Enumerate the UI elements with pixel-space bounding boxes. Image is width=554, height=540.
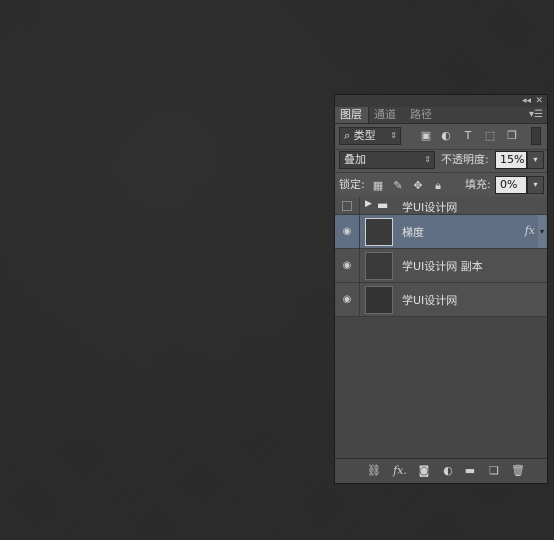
panel-menu-icon[interactable]: ▾☰ (529, 107, 543, 123)
fx-icon[interactable]: fx. (391, 464, 409, 478)
lock-row: 锁定: ▦ ✎ ✥ 🔒︎ 填充: 0% ▾ (335, 173, 547, 197)
collapse-icon[interactable]: ◂◂ (522, 95, 531, 107)
panel-tabs: 图层 通道 路径 ▾☰ (335, 107, 547, 124)
layer-name[interactable]: 学UI设计网 副本 (402, 258, 483, 274)
fill-value: 0% (500, 178, 518, 191)
layer-effects-fx-icon[interactable]: fx (525, 224, 535, 237)
opacity-value: 15% (500, 153, 525, 166)
adjustment-filter-icon[interactable]: ◐ (439, 129, 453, 143)
layers-panel: ◂◂ ✕ 图层 通道 路径 ▾☰ ⌕ 类型 ⇕ ▣ ◐ T ⬚ ❐ 叠加 ⇕ 不… (334, 94, 548, 484)
layer-name[interactable]: 学UI设计网 (402, 199, 457, 215)
eye-icon[interactable]: ◉ (335, 283, 360, 316)
adjustment-icon[interactable]: ◐ (441, 464, 455, 478)
layers-bottom-toolbar: ⛓ fx. ◙ ◐ ▬ ❏ 🗑︎ (335, 458, 547, 483)
type-filter-icon[interactable]: T (461, 129, 475, 143)
smart-object-filter-icon[interactable]: ❐ (505, 129, 519, 143)
shape-filter-icon[interactable]: ⬚ (483, 129, 497, 143)
close-icon[interactable]: ✕ (535, 95, 543, 107)
lock-position-icon[interactable]: ✥ (411, 179, 425, 193)
updown-icon: ⇕ (390, 131, 397, 140)
search-icon: ⌕ (344, 129, 351, 142)
layer-name[interactable]: 梯度 (402, 224, 424, 240)
pixel-filter-icon[interactable]: ▣ (419, 129, 433, 143)
new-layer-icon[interactable]: ❏ (487, 464, 501, 478)
layer-thumbnail (365, 218, 393, 246)
visibility-off-icon (342, 201, 352, 211)
layer-row[interactable]: ◉ 学UI设计网 (335, 283, 547, 317)
layer-group-row[interactable]: ▶ ▬ 学UI设计网 (335, 197, 547, 215)
layer-name[interactable]: 学UI设计网 (402, 292, 457, 308)
layer-thumbnail (365, 252, 393, 280)
filter-label: 类型 (353, 129, 376, 142)
lock-label: 锁定: (339, 178, 365, 191)
tab-layers[interactable]: 图层 (335, 107, 369, 123)
visibility-toggle[interactable] (335, 197, 360, 214)
eye-icon[interactable]: ◉ (335, 249, 360, 282)
tab-paths[interactable]: 路径 (405, 107, 441, 123)
mask-icon[interactable]: ◙ (417, 464, 431, 478)
trash-icon[interactable]: 🗑︎ (511, 464, 525, 478)
layers-list: ▶ ▬ 学UI设计网 ◉ 梯度 fx ▾ ◉ 学UI设计网 副本 ◉ 学UI设计… (335, 197, 547, 459)
lock-transparent-icon[interactable]: ▦ (371, 179, 385, 193)
updown-icon: ⇕ (424, 155, 431, 164)
lock-image-icon[interactable]: ✎ (391, 179, 405, 193)
filter-type-select[interactable]: ⌕ 类型 ⇕ (339, 127, 401, 145)
fill-dropdown-button[interactable]: ▾ (527, 176, 544, 194)
link-icon[interactable]: ⛓ (367, 464, 381, 478)
blend-mode-value: 叠加 (344, 153, 366, 166)
effects-expand-icon[interactable]: ▾ (538, 215, 546, 248)
filter-toggle-switch[interactable] (531, 127, 541, 145)
lock-all-icon[interactable]: 🔒︎ (431, 179, 445, 193)
blend-mode-select[interactable]: 叠加 ⇕ (339, 151, 435, 169)
expand-triangle-icon[interactable]: ▶ (365, 199, 372, 209)
eye-icon[interactable]: ◉ (335, 215, 360, 248)
folder-icon: ▬ (377, 198, 389, 212)
blend-row: 叠加 ⇕ 不透明度: 15% ▾ (335, 150, 547, 172)
fill-label: 填充: (465, 178, 491, 191)
tab-channels[interactable]: 通道 (369, 107, 405, 123)
opacity-dropdown-button[interactable]: ▾ (527, 151, 544, 169)
layer-row[interactable]: ◉ 学UI设计网 副本 (335, 249, 547, 283)
opacity-input[interactable]: 15% (495, 151, 527, 169)
filter-row: ⌕ 类型 ⇕ ▣ ◐ T ⬚ ❐ (335, 123, 547, 149)
opacity-label: 不透明度: (441, 153, 489, 166)
fill-input[interactable]: 0% (495, 176, 527, 194)
layer-row[interactable]: ◉ 梯度 fx ▾ (335, 215, 547, 249)
folder-icon[interactable]: ▬ (463, 464, 477, 478)
layer-thumbnail (365, 286, 393, 314)
